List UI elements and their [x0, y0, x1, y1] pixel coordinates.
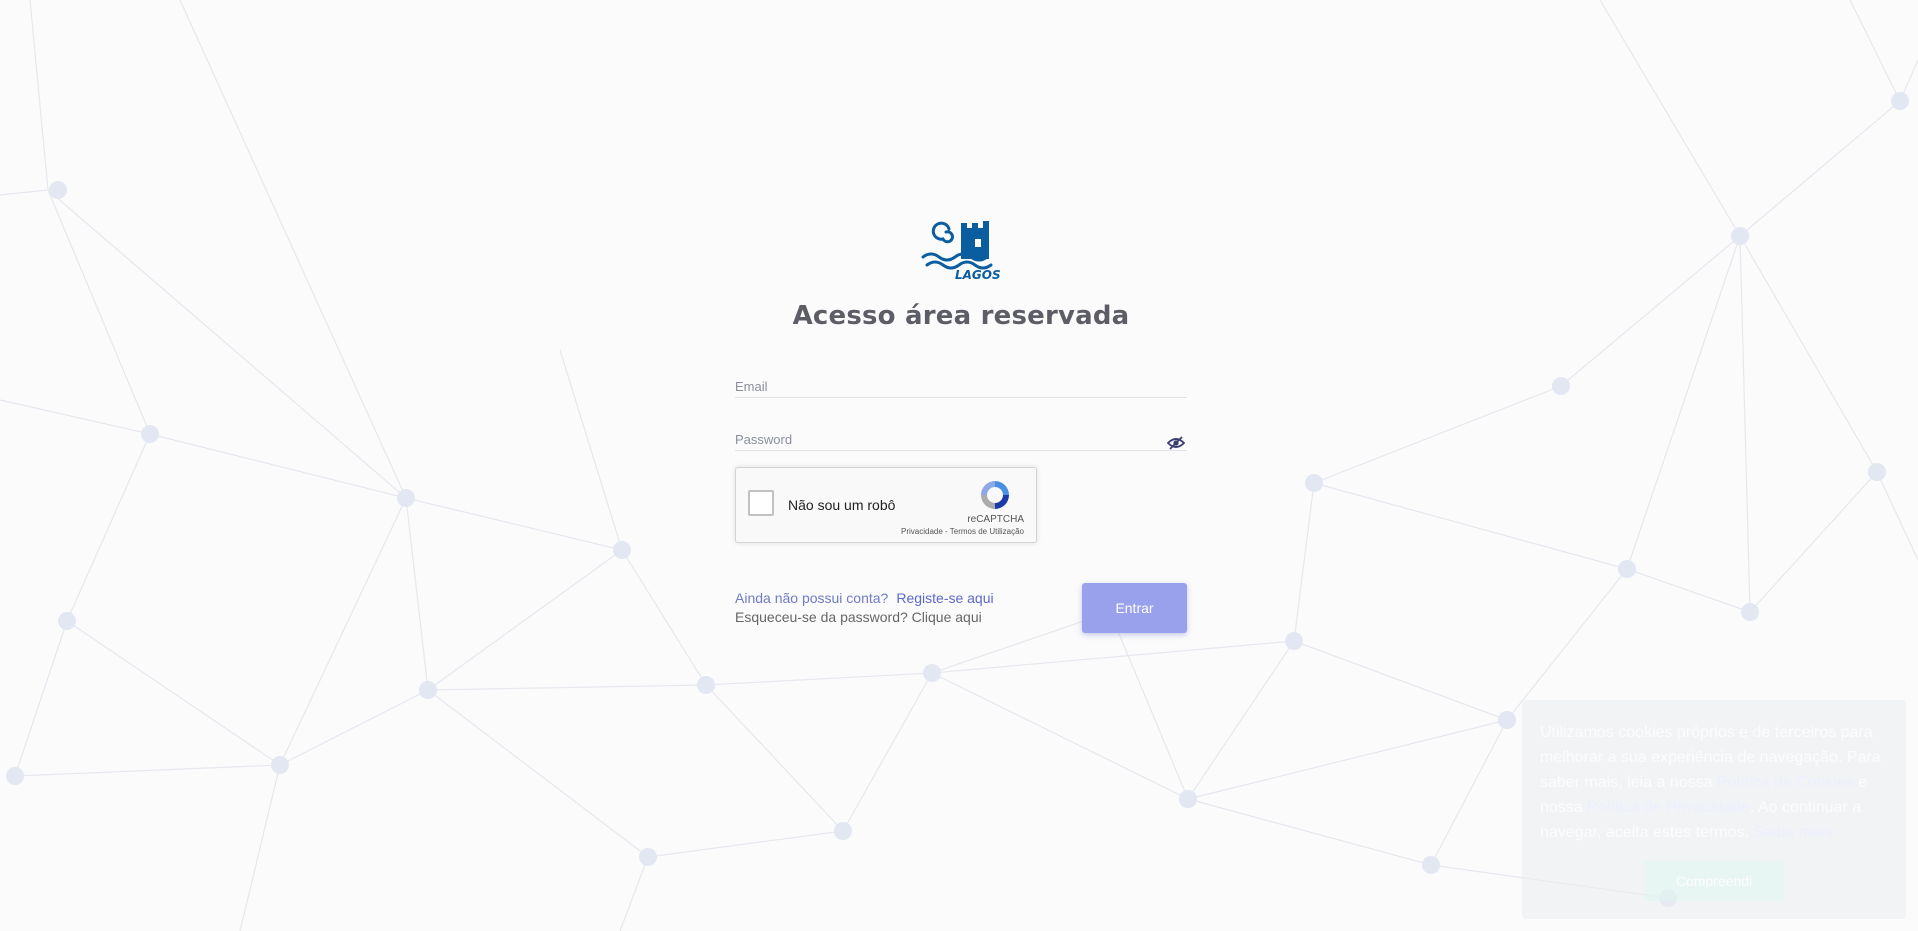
recaptcha-brand: reCAPTCHA — [967, 514, 1024, 525]
password-field[interactable]: Password — [735, 418, 1191, 452]
form-actions: Ainda não possui conta? Registe-se aqui E… — [735, 583, 1187, 635]
no-account-text: Ainda não possui conta? — [735, 590, 889, 606]
forgot-text: Esqueceu-se da password? — [735, 609, 908, 625]
privacy-policy-link[interactable]: Política de Privacidade — [1587, 799, 1750, 816]
cookie-accept-button[interactable]: Compreendi — [1644, 861, 1784, 901]
account-links: Ainda não possui conta? Registe-se aqui E… — [735, 589, 994, 627]
logo-text: LAGOS — [955, 268, 1001, 281]
email-input[interactable] — [735, 373, 1191, 399]
register-link[interactable]: Registe-se aqui — [896, 590, 993, 606]
register-row: Ainda não possui conta? Registe-se aqui — [735, 589, 994, 608]
lagos-logo: LAGOS — [921, 221, 1001, 281]
recaptcha-checkbox[interactable] — [748, 490, 774, 516]
page-title: Acesso área reservada — [792, 301, 1130, 331]
email-field[interactable]: Email — [735, 365, 1191, 399]
forgot-password-link[interactable]: Clique aqui — [912, 609, 982, 625]
cookie-banner: Utilizamos cookies próprios e de terceir… — [1522, 700, 1906, 919]
forgot-row: Esqueceu-se da password? Clique aqui — [735, 608, 994, 627]
login-panel: LAGOS Acesso área reservada Email Passwo… — [735, 215, 1191, 635]
recaptcha-label: Não sou um robô — [788, 497, 896, 513]
password-input[interactable] — [735, 426, 1191, 452]
eye-slash-icon[interactable] — [1167, 436, 1185, 450]
login-button[interactable]: Entrar — [1082, 583, 1187, 633]
cookie-text: Utilizamos cookies próprios e de terceir… — [1540, 720, 1888, 845]
recaptcha-icon — [981, 481, 1009, 509]
cookie-policy-link[interactable]: Política de Cookies — [1717, 774, 1854, 791]
learn-more-link[interactable]: Saiba mais — [1753, 824, 1832, 841]
recaptcha-terms[interactable]: Privacidade - Termos de Utilização — [901, 527, 1024, 536]
recaptcha-widget: Não sou um robô reCAPTCHA Privacidade - … — [735, 467, 1037, 543]
